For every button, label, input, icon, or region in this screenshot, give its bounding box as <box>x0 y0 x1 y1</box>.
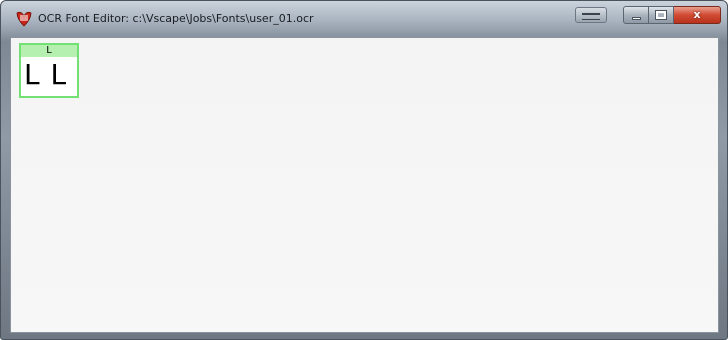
caption-buttons: x <box>623 6 721 24</box>
glyph-canvas[interactable]: L L L <box>10 37 719 333</box>
maximize-button[interactable] <box>649 6 674 24</box>
maximize-icon <box>655 10 667 20</box>
app-window: OCR Font Editor: c:\Vscape\Jobs\Fonts\us… <box>0 0 728 340</box>
glyph-samples: L L <box>24 58 68 91</box>
minimize-button[interactable] <box>623 6 649 24</box>
title-bar[interactable]: OCR Font Editor: c:\Vscape\Jobs\Fonts\us… <box>1 1 727 35</box>
close-button[interactable]: x <box>674 6 721 24</box>
glyph-cell-L[interactable]: L L L <box>19 43 79 98</box>
toolbar-toggle-button[interactable] <box>575 7 607 23</box>
close-icon: x <box>693 8 701 21</box>
minimize-icon <box>632 17 641 20</box>
window-title: OCR Font Editor: c:\Vscape\Jobs\Fonts\us… <box>38 12 314 25</box>
menu-lines-icon <box>582 13 600 20</box>
glyph-character-label: L <box>21 45 77 57</box>
ocr-app-icon[interactable] <box>15 10 33 28</box>
